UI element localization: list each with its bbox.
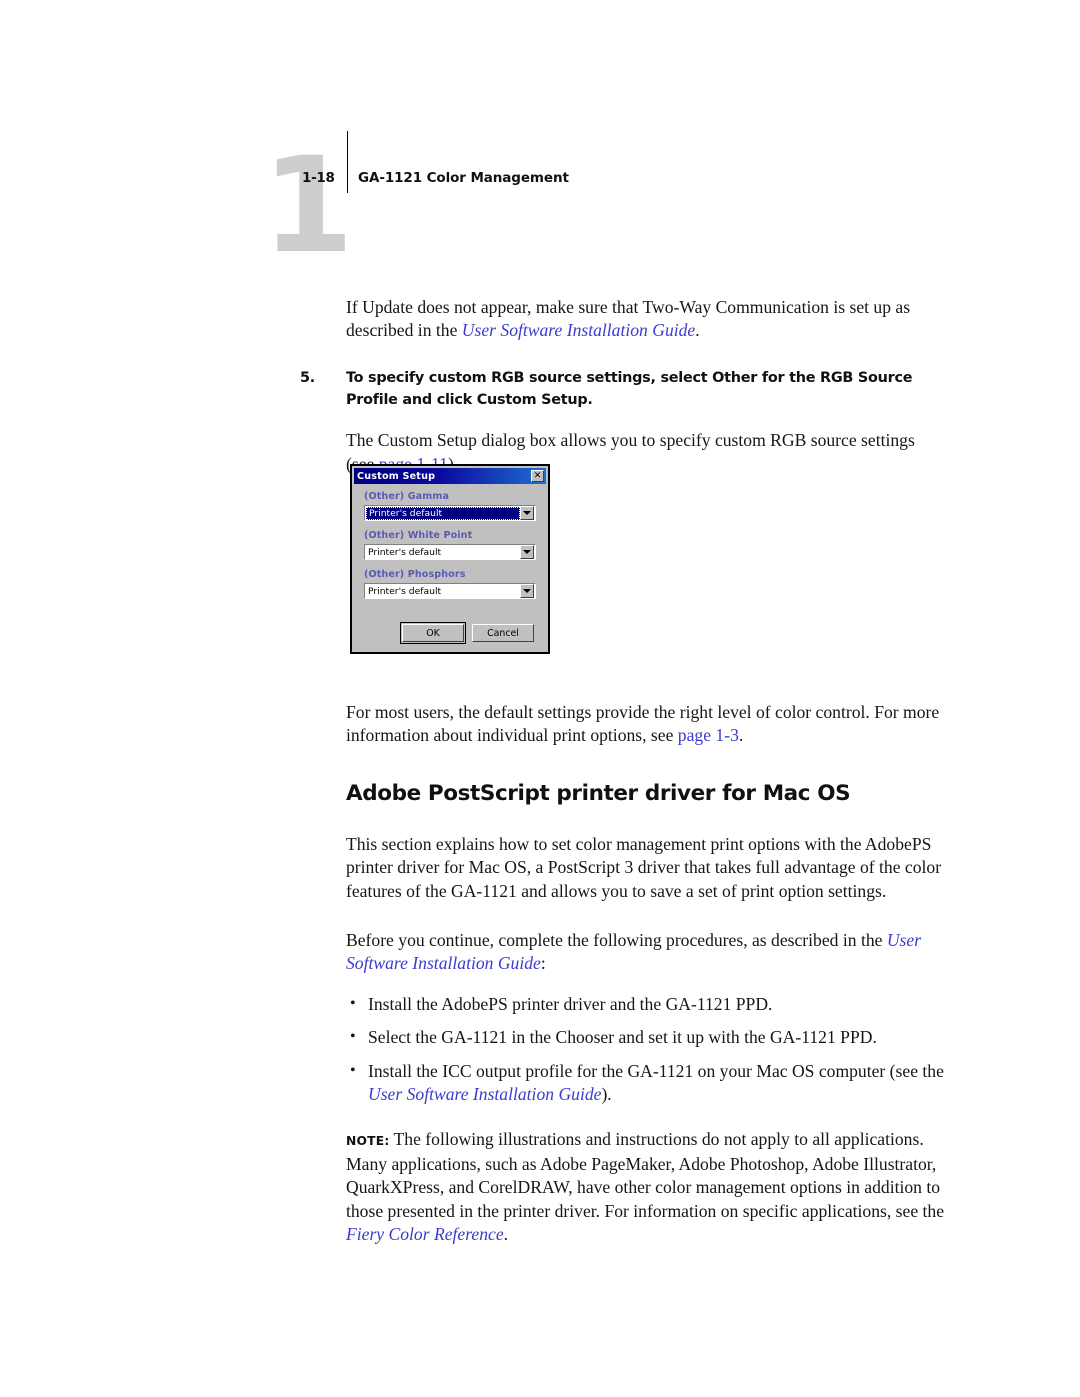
chevron-down-icon[interactable] bbox=[520, 506, 534, 520]
paragraph-section-intro: This section explains how to set color m… bbox=[346, 834, 942, 901]
paragraph-text-tail: : bbox=[540, 953, 546, 974]
list-item-text: Select the GA-1121 in the Chooser and se… bbox=[368, 1027, 877, 1048]
list-item: Select the GA-1121 in the Chooser and se… bbox=[346, 1025, 946, 1049]
body-column: If Update does not appear, make sure tha… bbox=[300, 296, 946, 1246]
custom-setup-dialog: Custom Setup ✕ (Other) Gamma Printer's d… bbox=[350, 464, 550, 654]
dropdown-value-other-phosphors: Printer's default bbox=[368, 585, 442, 597]
label-other-phosphors: (Other) Phosphors bbox=[364, 569, 466, 580]
note-label: NOTE: bbox=[346, 1134, 390, 1149]
list-item: Install the AdobePS printer driver and t… bbox=[346, 992, 946, 1016]
dialog-title-bar: Custom Setup ✕ bbox=[354, 468, 546, 484]
dropdown-value-other-white-point: Printer's default bbox=[368, 546, 442, 558]
section-heading-adobe-postscript: Adobe PostScript printer driver for Mac … bbox=[346, 781, 851, 807]
label-other-gamma: (Other) Gamma bbox=[364, 491, 450, 502]
ok-button[interactable]: OK bbox=[400, 622, 466, 644]
link-fiery-color-reference[interactable]: Fiery Color Reference bbox=[346, 1224, 504, 1244]
link-user-software-installation-guide-1[interactable]: User Software Installation Guide bbox=[462, 320, 695, 340]
cancel-button[interactable]: Cancel bbox=[472, 624, 534, 642]
note-text-tail: . bbox=[503, 1223, 509, 1244]
header-divider-rule bbox=[347, 131, 348, 193]
paragraph-text: For most users, the default settings pro… bbox=[346, 701, 940, 746]
paragraph-update-note: If Update does not appear, make sure tha… bbox=[346, 296, 946, 342]
paragraph-note: NOTE: The following illustrations and in… bbox=[346, 1128, 946, 1246]
dropdown-other-gamma[interactable]: Printer's default bbox=[364, 505, 536, 521]
numbered-step-5: 5. To specify custom RGB source settings… bbox=[300, 368, 946, 411]
list-item-text: Install the AdobePS printer driver and t… bbox=[368, 994, 773, 1015]
paragraph-text-tail: . bbox=[738, 725, 744, 746]
chapter-number-watermark: 1 bbox=[262, 129, 354, 283]
dropdown-other-phosphors[interactable]: Printer's default bbox=[364, 583, 536, 599]
chevron-down-icon[interactable] bbox=[520, 584, 534, 598]
list-item-text-tail: ). bbox=[601, 1083, 612, 1104]
note-body-text: The following illustrations and instruct… bbox=[346, 1129, 945, 1221]
dialog-button-row: OK Cancel bbox=[354, 612, 546, 648]
chevron-down-icon[interactable] bbox=[520, 545, 534, 559]
link-page-1-3[interactable]: page 1-3 bbox=[678, 725, 739, 745]
folio-page-number: 1-18 bbox=[302, 170, 335, 186]
label-other-white-point: (Other) White Point bbox=[364, 530, 473, 541]
list-item-text: Install the ICC output profile for the G… bbox=[368, 1060, 944, 1081]
dialog-body: (Other) Gamma Printer's default (Other) … bbox=[354, 484, 546, 612]
step-instruction-text: To specify custom RGB source settings, s… bbox=[346, 370, 913, 408]
procedure-bullet-list: Install the AdobePS printer driver and t… bbox=[346, 992, 946, 1106]
paragraph-before-you-continue: Before you continue, complete the follow… bbox=[346, 929, 946, 975]
custom-setup-dialog-figure: Custom Setup ✕ (Other) Gamma Printer's d… bbox=[350, 464, 550, 654]
running-head-title: GA-1121 Color Management bbox=[358, 170, 569, 186]
list-item: Install the ICC output profile for the G… bbox=[346, 1059, 946, 1106]
dialog-title: Custom Setup bbox=[357, 470, 436, 482]
close-icon[interactable]: ✕ bbox=[531, 470, 544, 482]
paragraph-default-settings: For most users, the default settings pro… bbox=[346, 701, 946, 747]
paragraph-text-tail: . bbox=[695, 320, 700, 341]
paragraph-text: Before you continue, complete the follow… bbox=[346, 929, 887, 950]
step-number: 5. bbox=[300, 370, 315, 387]
page-header: 1 1-18 GA-1121 Color Management bbox=[0, 128, 1080, 278]
link-user-software-installation-guide-3[interactable]: User Software Installation Guide bbox=[368, 1084, 601, 1104]
dropdown-value-other-gamma: Printer's default bbox=[366, 506, 520, 520]
dropdown-other-white-point[interactable]: Printer's default bbox=[364, 544, 536, 560]
